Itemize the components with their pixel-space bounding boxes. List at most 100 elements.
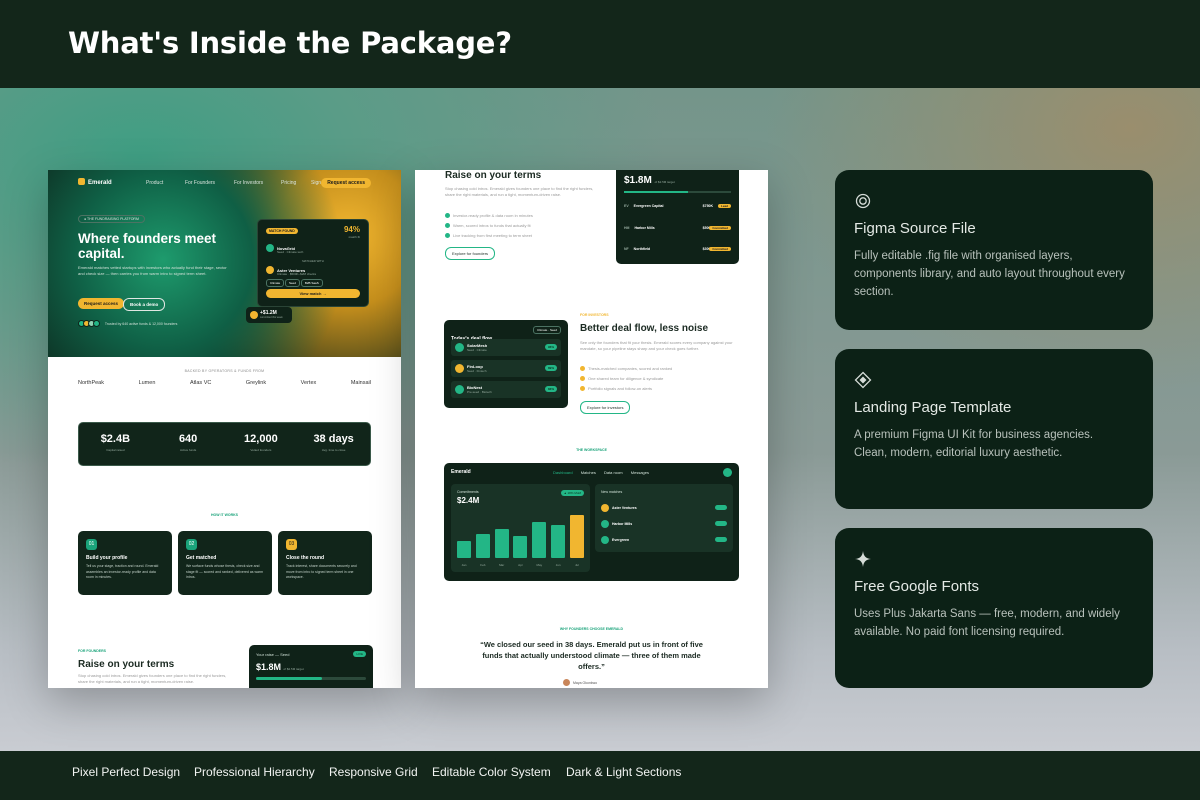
- stat-funds: 640 Active funds: [178, 433, 198, 452]
- tab-dashboard[interactable]: Dashboard: [553, 470, 573, 475]
- nav-founders[interactable]: For Founders: [185, 180, 215, 186]
- investor-icon: [601, 504, 609, 512]
- chart-tick-label: Feb: [480, 563, 486, 567]
- nav-request-access-button[interactable]: Request access: [321, 178, 371, 188]
- deal-row[interactable]: BioNest Pre-seed · Biotech 83%: [451, 381, 561, 398]
- diamond-icon: [854, 371, 872, 389]
- avatar: [563, 679, 570, 686]
- match-percent: 94%: [343, 225, 360, 234]
- feature-strip: Pixel Perfect Design Professional Hierar…: [0, 751, 1200, 800]
- coin-icon: [250, 311, 258, 319]
- investor-check-1: Thesis-matched companies, scored and ran…: [580, 366, 672, 371]
- company-icon: [455, 385, 464, 394]
- logo-lumen: Lumen: [138, 380, 156, 386]
- company-icon: [266, 244, 274, 252]
- raise-mini-card: Your raise — Seed LIVE $1.8M of $2.5M ta…: [249, 645, 373, 688]
- toggle[interactable]: [715, 505, 727, 510]
- chart-bar: [513, 536, 528, 558]
- matched-with-label: MATCHED WITH: [302, 259, 324, 263]
- match-row[interactable]: Harbor Mills: [601, 520, 727, 528]
- explore-founders-button[interactable]: Explore for founders: [445, 247, 496, 260]
- deal-row[interactable]: SolarMesh Seed · Climate 96%: [451, 339, 561, 356]
- toggle[interactable]: [715, 521, 727, 526]
- footer-item-color: Editable Color System: [432, 765, 551, 779]
- chart-bar: [475, 534, 490, 558]
- step-number: 01: [86, 539, 97, 550]
- chart-bar: [551, 525, 566, 558]
- raise-progress: [256, 677, 366, 680]
- feature-title: Free Google Fonts: [854, 578, 980, 595]
- feature-text: A premium Figma UI Kit for business agen…: [854, 429, 1094, 459]
- preview-stage: Emerald Product For Founders For Investo…: [0, 88, 1200, 751]
- founders-label: FOR FOUNDERS: [78, 649, 106, 653]
- match-card: MATCH FOUND 94% match fit NovaGrid Seed …: [257, 219, 369, 307]
- nav-product[interactable]: Product: [146, 180, 163, 186]
- match-percent-label: match fit: [348, 235, 360, 239]
- tab-data-room[interactable]: Data room: [604, 470, 623, 475]
- chart-x-labels: Jan Feb Mar Apr May Jun Jul: [457, 563, 584, 567]
- explore-investors-button[interactable]: Explore for investors: [580, 401, 631, 414]
- deal-row[interactable]: FinLoop Seed · Fintech 89%: [451, 360, 561, 377]
- footer-item-hierarchy: Professional Hierarchy: [194, 765, 315, 779]
- match-tags: Climate Seed B2B SaaS: [266, 279, 323, 287]
- tab-matches[interactable]: Matches: [581, 470, 596, 475]
- investor-check-2: One shared team for diligence & syndicat…: [580, 376, 663, 381]
- backed-label: BACKED BY OPERATORS & FUNDS FROM: [184, 369, 265, 373]
- target-icon: [855, 193, 871, 209]
- growth-badge: ▲ 18% MoM: [560, 490, 584, 496]
- raised-chip: +$1.2M committed this week: [246, 307, 292, 323]
- chart-bar: [569, 515, 584, 558]
- nav-pricing[interactable]: Pricing: [281, 180, 296, 186]
- founder-check-1: Investor-ready profile & data room in mi…: [445, 213, 533, 218]
- feature-card-figma: Figma Source File Fully editable .fig fi…: [835, 170, 1153, 330]
- founder-check-3: Live tracking from first meeting to term…: [445, 233, 532, 238]
- step-number: 02: [186, 539, 197, 550]
- deal-filter[interactable]: Climate · Seed: [533, 326, 561, 334]
- logo-northpeak: NorthPeak: [78, 380, 104, 386]
- step-card-match: 02 Get matched We surface funds whose thes…: [178, 531, 272, 595]
- page-title: What's Inside the Package?: [68, 26, 512, 60]
- match-row[interactable]: Aster Ventures: [601, 504, 727, 512]
- sparkle-icon: [855, 551, 871, 567]
- landing-preview-top: Emerald Product For Founders For Investo…: [48, 170, 401, 688]
- investor-icon: [601, 536, 609, 544]
- check-icon: [580, 376, 585, 381]
- raise-text: Stop chasing cold intros. Emerald gives …: [78, 673, 227, 684]
- investor-icon: [266, 266, 274, 274]
- avatar[interactable]: [723, 468, 732, 477]
- hero-demo-button[interactable]: Book a demo: [123, 298, 166, 311]
- investor-sub: Climate · $500K–$2M checks: [277, 272, 317, 276]
- feature-text: Fully editable .fig file with organised …: [854, 250, 1125, 298]
- tab-messages[interactable]: Messages: [631, 470, 649, 475]
- chart-tick-label: Mar: [499, 563, 505, 567]
- workspace-label: THE WORKSPACE: [576, 448, 607, 452]
- logo-vertex: Vertex: [300, 380, 317, 386]
- platform-pill: ● THE FUNDRAISING PLATFORM: [78, 215, 145, 223]
- company-icon: [455, 364, 464, 373]
- brand-logo: Emerald: [78, 178, 112, 186]
- raise-title: Raise on your terms: [445, 170, 542, 181]
- avatar: [93, 320, 100, 327]
- step-card-profile: 01 Build your profile Tell us your stage, …: [78, 531, 172, 595]
- check-icon: [445, 233, 450, 238]
- hero-request-button[interactable]: Request access: [78, 298, 125, 309]
- investor-row: EV Evergreen Capital $750K Lead: [624, 204, 731, 208]
- check-icon: [445, 213, 450, 218]
- dash-tabs: Dashboard Matches Data room Messages: [553, 470, 656, 475]
- toggle[interactable]: [715, 537, 727, 542]
- view-match-button[interactable]: View match →: [266, 289, 360, 298]
- match-row[interactable]: Evergreen: [601, 536, 727, 544]
- landing-preview-bottom: Raise on your terms Stop chasing cold in…: [415, 170, 768, 688]
- commitments-chart: [457, 510, 584, 558]
- chart-tick-label: Jun: [555, 563, 561, 567]
- step-number: 03: [286, 539, 297, 550]
- raise-title: Raise on your terms: [78, 659, 175, 670]
- chart-tick-label: Jan: [461, 563, 467, 567]
- top-banner: What's Inside the Package?: [0, 0, 1200, 88]
- feature-title: Landing Page Template: [854, 399, 1012, 416]
- nav-investors[interactable]: For Investors: [234, 180, 263, 186]
- how-label: HOW IT WORKS: [210, 513, 239, 517]
- chart-tick-label: May: [536, 563, 543, 567]
- logo-atlas: Atlas VC: [189, 380, 212, 386]
- check-icon: [580, 386, 585, 391]
